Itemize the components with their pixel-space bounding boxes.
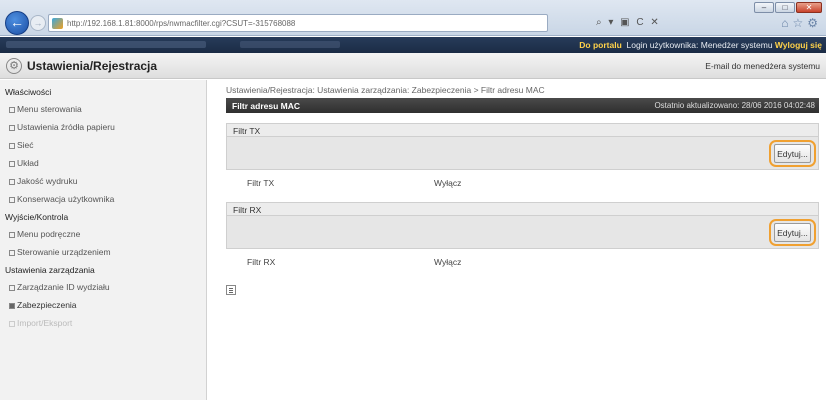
- sidebar-item-import-export[interactable]: Import/Eksport: [0, 314, 206, 332]
- app-topbar: Do portalu Login użytkownika: Menedżer s…: [0, 37, 826, 53]
- address-bar[interactable]: http://192.168.1.81:8000/rps/nwmacfilter…: [48, 14, 548, 32]
- window-controls: – □ ✕: [754, 2, 822, 13]
- forward-button[interactable]: →: [30, 15, 46, 31]
- panel-header: Filtr adresu MAC Ostatnio aktualizowano:…: [226, 98, 819, 113]
- edit-rx-button[interactable]: Edytuj...: [774, 223, 811, 242]
- tx-filter-section: Filtr TX Edytuj... Filtr TX Wyłącz: [226, 123, 819, 192]
- sidebar-section-properties: Właściwości: [5, 87, 52, 97]
- minimize-button[interactable]: –: [754, 2, 774, 13]
- section-toolbar: Edytuj...: [226, 216, 819, 249]
- section-toolbar: Edytuj...: [226, 137, 819, 170]
- close-window-button[interactable]: ✕: [796, 2, 822, 13]
- login-label: Login użytkownika:: [626, 40, 699, 50]
- sidebar-section-management: Ustawienia zarządzania: [5, 265, 95, 275]
- browser-chrome: – □ ✕ ← → http://192.168.1.81:8000/rps/n…: [0, 0, 826, 36]
- page-header: ⚙ Ustawienia/Rejestracja E-mail do mened…: [0, 53, 826, 79]
- last-updated-text: Ostatnio aktualizowano: 28/06 2016 04:02…: [654, 101, 815, 110]
- blurred-device-name: [6, 41, 206, 48]
- setting-label: Filtr TX: [247, 178, 275, 188]
- sidebar-item-control-menu[interactable]: Menu sterowania: [0, 100, 206, 118]
- sidebar-item-print-quality[interactable]: Jakość wydruku: [0, 172, 206, 190]
- topbar-links: Do portalu Login użytkownika: Menedżer s…: [579, 40, 822, 50]
- back-button[interactable]: ←: [5, 11, 29, 35]
- maximize-button[interactable]: □: [775, 2, 795, 13]
- rx-filter-row: Filtr RX Wyłącz: [226, 249, 819, 271]
- settings-gear-icon: ⚙: [6, 58, 22, 74]
- setting-label: Filtr RX: [247, 257, 276, 267]
- logout-link[interactable]: Wyloguj się: [775, 40, 822, 50]
- rx-filter-section: Filtr RX Edytuj... Filtr RX Wyłącz: [226, 202, 819, 271]
- page-title: Ustawienia/Rejestracja: [27, 59, 158, 73]
- url-text: http://192.168.1.81:8000/rps/nwmacfilter…: [67, 19, 296, 28]
- sidebar-item-layout[interactable]: Układ: [0, 154, 206, 172]
- setting-value: Wyłącz: [434, 178, 462, 188]
- edit-tx-button[interactable]: Edytuj...: [774, 144, 811, 163]
- sidebar-item-network[interactable]: Sieć: [0, 136, 206, 154]
- address-tools[interactable]: ⌕ ▾ ▣ C ✕: [596, 17, 661, 28]
- sidebar-item-utility-menu[interactable]: Menu podręczne: [0, 225, 206, 243]
- email-admin-link[interactable]: E-mail do menedżera systemu: [705, 61, 820, 71]
- portal-link[interactable]: Do portalu: [579, 40, 622, 50]
- breadcrumb: Ustawienia/Rejestracja: Ustawienia zarzą…: [226, 85, 545, 95]
- section-title: Filtr TX: [226, 123, 819, 137]
- home-star-gear-icons[interactable]: ⌂☆⚙: [781, 16, 822, 30]
- setting-value: Wyłącz: [434, 257, 462, 267]
- sidebar: Właściwości Menu sterowania Ustawienia ź…: [0, 80, 207, 400]
- main-content: Ustawienia/Rejestracja: Ustawienia zarzą…: [218, 80, 826, 295]
- login-user: Menedżer systemu: [700, 40, 773, 50]
- page-top-icon[interactable]: [226, 285, 236, 295]
- blurred-device-info: [240, 41, 340, 48]
- sidebar-item-user-maintenance[interactable]: Konserwacja użytkownika: [0, 190, 206, 208]
- tx-filter-row: Filtr TX Wyłącz: [226, 170, 819, 192]
- section-title: Filtr RX: [226, 202, 819, 216]
- sidebar-item-department-id[interactable]: Zarządzanie ID wydziału: [0, 278, 206, 296]
- site-favicon-icon: [52, 18, 63, 29]
- sidebar-item-device-control[interactable]: Sterowanie urządzeniem: [0, 243, 206, 261]
- sidebar-section-output-control: Wyjście/Kontrola: [5, 212, 69, 222]
- sidebar-item-security[interactable]: Zabezpieczenia: [0, 296, 206, 314]
- panel-title: Filtr adresu MAC: [232, 101, 301, 111]
- sidebar-item-paper-source[interactable]: Ustawienia źródła papieru: [0, 118, 206, 136]
